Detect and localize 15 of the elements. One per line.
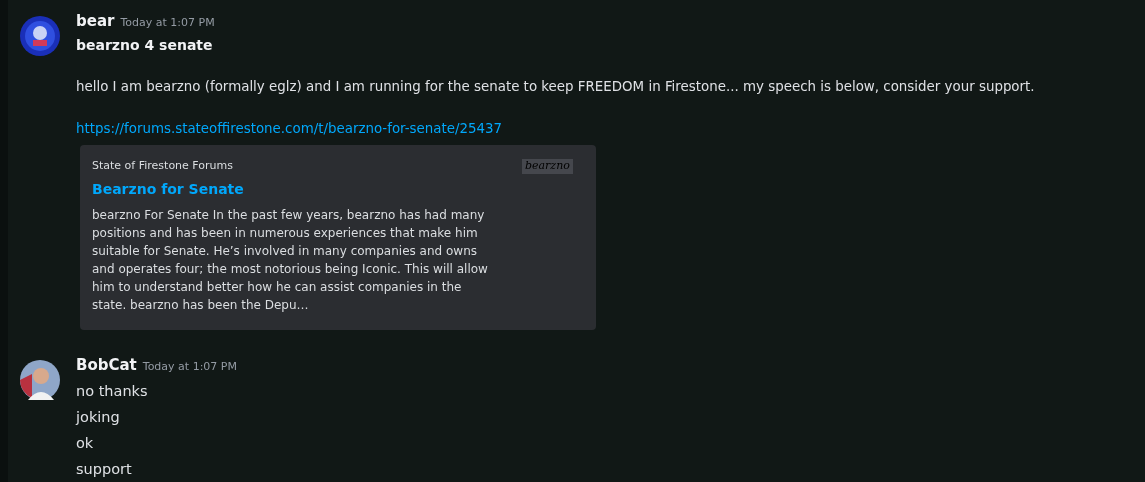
author-name[interactable]: BobCat (76, 356, 137, 374)
message-heading: bearzno 4 senate (76, 36, 213, 55)
timestamp: Today at 1:07 PM (120, 16, 215, 29)
embed-provider: State of Firestone Forums (92, 159, 233, 172)
message-text: joking (76, 408, 120, 427)
author-name[interactable]: bear (76, 12, 115, 30)
embed-title[interactable]: Bearzno for Senate (92, 181, 244, 197)
embed-description: bearzno For Senate In the past few years, bearzno has had many positions and has been in numerous experiences that make him suitable for Senate. He’s involved in many companies and owns and operates four; the most notorious being Iconic. This will allow him to understand better how he can assist companies in the state. bearzno has been the Depu… (92, 207, 489, 314)
message-text: hello I am bearzno (formally eglz) and I am running for the senate to keep FREEDOM in Firestone... my speech is below, consider your support. (76, 78, 1035, 96)
message-text: no thanks (76, 382, 148, 401)
embed-thumbnail: bearzno (522, 159, 573, 174)
message-text: ok (76, 434, 94, 453)
timestamp: Today at 1:07 PM (142, 360, 237, 373)
message-text: support (76, 460, 132, 479)
message-link[interactable]: https://forums.stateoffirestone.com/t/bearzno-for-senate/25437 (76, 121, 503, 136)
